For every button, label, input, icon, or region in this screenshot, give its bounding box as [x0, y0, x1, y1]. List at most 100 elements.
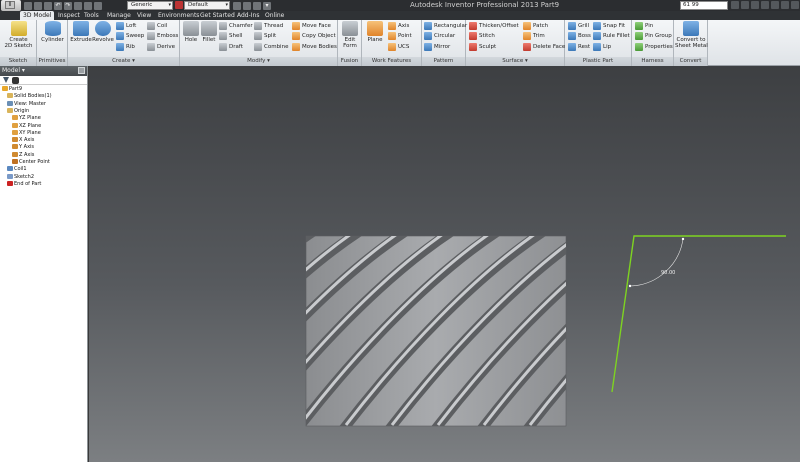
tab-3d-model[interactable]: 3D Model — [20, 11, 55, 20]
pin-group-button[interactable]: Pin Group — [635, 31, 672, 41]
tab-environments[interactable]: Environments — [158, 11, 199, 20]
tree-node[interactable]: Coil1 — [7, 166, 27, 173]
patch-button[interactable]: Patch — [523, 21, 548, 31]
tree-node[interactable]: Origin — [7, 107, 29, 115]
open-file-icon[interactable] — [34, 1, 42, 10]
favorites-icon[interactable] — [761, 1, 769, 9]
draft-button[interactable]: Draft — [219, 42, 243, 52]
thread-button[interactable]: Thread — [254, 21, 283, 31]
delete-face-button[interactable]: Delete Face — [523, 42, 565, 52]
emboss-button[interactable]: Emboss — [147, 31, 178, 41]
panel-title-create[interactable]: Create ▾ — [68, 57, 179, 66]
tree-node[interactable]: Center Point — [12, 159, 50, 166]
sketch-profile[interactable]: 90.00 — [611, 235, 786, 393]
tab-get-started[interactable]: Get Started — [200, 11, 235, 20]
create-2d-sketch-button[interactable]: Create 2D Sketch — [3, 21, 34, 49]
panel-title-modify[interactable]: Modify ▾ — [180, 57, 337, 66]
trim-button[interactable]: Trim — [523, 31, 545, 41]
redo-icon[interactable]: ↷ — [64, 1, 72, 10]
tree-node[interactable]: Solid Bodies(1) — [7, 93, 52, 100]
tab-view[interactable]: View — [137, 11, 151, 20]
stitch-button[interactable]: Stitch — [469, 31, 495, 41]
rule-fillet-button[interactable]: Rule Fillet — [593, 31, 630, 41]
shell-button[interactable]: Shell — [219, 31, 242, 41]
home-icon[interactable] — [74, 1, 82, 10]
coil-button[interactable]: Coil — [147, 21, 167, 31]
copy-object-button[interactable]: Copy Object — [292, 31, 336, 41]
tab-tools[interactable]: Tools — [84, 11, 99, 20]
axis-button[interactable]: Axis — [388, 21, 409, 31]
fillet-button[interactable]: Fillet — [200, 21, 218, 43]
iproperties-icon[interactable] — [243, 1, 251, 10]
combine-button[interactable]: Combine — [254, 42, 288, 52]
coil-part-body[interactable] — [89, 220, 800, 431]
split-button[interactable]: Split — [254, 31, 276, 41]
extrude-button[interactable]: Extrude — [70, 21, 92, 43]
tree-node[interactable]: View: Master — [7, 100, 46, 108]
rest-button[interactable]: Rest — [568, 42, 590, 52]
browser-close-icon[interactable] — [78, 67, 85, 74]
window-minimize-icon[interactable] — [781, 1, 789, 9]
thicken-offset-button[interactable]: Thicken/Offset — [469, 21, 519, 31]
rectangular-pattern-button[interactable]: Rectangular — [424, 21, 467, 31]
customize-icon[interactable]: ▾ — [263, 1, 271, 10]
undo-icon[interactable]: ↶ — [54, 1, 62, 10]
mirror-button[interactable]: Mirror — [424, 42, 450, 52]
ucs-button[interactable]: UCS — [388, 42, 409, 52]
binoculars-icon[interactable] — [731, 1, 739, 9]
sweep-button[interactable]: Sweep — [116, 31, 144, 41]
communication-center-icon[interactable] — [751, 1, 759, 9]
cylinder-button[interactable]: Cylinder — [39, 21, 66, 43]
update-icon[interactable] — [84, 1, 92, 10]
filter-icon[interactable] — [3, 77, 9, 83]
chamfer-button[interactable]: Chamfer — [219, 21, 253, 31]
tab-online[interactable]: Online — [265, 11, 284, 20]
grill-button[interactable]: Grill — [568, 21, 589, 31]
window-maximize-icon[interactable] — [791, 1, 799, 9]
save-icon[interactable] — [44, 1, 52, 10]
tree-node[interactable]: Sketch2 — [7, 173, 34, 181]
move-face-button[interactable]: Move Face — [292, 21, 331, 31]
tree-node[interactable]: Z Axis — [12, 151, 34, 159]
appearance-dropdown[interactable]: Default ▾ — [184, 1, 230, 10]
graphics-viewport[interactable]: 90.00 — [89, 66, 800, 462]
lip-button[interactable]: Lip — [593, 42, 611, 52]
tree-node[interactable]: End of Part — [7, 180, 41, 188]
properties-button[interactable]: Properties — [635, 42, 673, 52]
tree-node[interactable]: XY Plane — [12, 129, 41, 137]
rib-button[interactable]: Rib — [116, 42, 135, 52]
angle-dimension-label[interactable]: 90.00 — [661, 270, 675, 276]
select-icon[interactable] — [94, 1, 102, 10]
tree-node[interactable]: XZ Plane — [12, 122, 41, 130]
new-file-icon[interactable] — [24, 1, 32, 10]
boss-button[interactable]: Boss — [568, 31, 591, 41]
application-menu-button[interactable]: I — [1, 0, 21, 11]
point-button[interactable]: Point — [388, 31, 412, 41]
snap-fit-button[interactable]: Snap Fit — [593, 21, 625, 31]
subscription-icon[interactable] — [741, 1, 749, 9]
revolve-button[interactable]: Revolve — [92, 21, 114, 43]
tab-inspect[interactable]: Inspect — [58, 11, 80, 20]
measure-icon[interactable] — [253, 1, 261, 10]
tree-node[interactable]: Part9 — [2, 86, 22, 93]
derive-button[interactable]: Derive — [147, 42, 175, 52]
tree-node[interactable]: X Axis — [12, 137, 34, 144]
circular-pattern-button[interactable]: Circular — [424, 31, 455, 41]
panel-title-surface[interactable]: Surface ▾ — [466, 57, 564, 66]
help-icon[interactable] — [771, 1, 779, 9]
loft-button[interactable]: Loft — [116, 21, 136, 31]
hole-button[interactable]: Hole — [182, 21, 200, 43]
search-input[interactable]: 61 99 — [680, 1, 728, 10]
browser-header[interactable]: Model ▾ — [0, 66, 87, 76]
tab-add-ins[interactable]: Add-Ins — [237, 11, 259, 20]
clear-appearance-icon[interactable] — [233, 1, 241, 10]
move-bodies-button[interactable]: Move Bodies — [292, 42, 337, 52]
pin-button[interactable]: Pin — [635, 21, 653, 31]
plane-button[interactable]: Plane — [364, 21, 386, 43]
find-binoculars-icon[interactable] — [12, 77, 19, 84]
tree-node[interactable]: Y Axis — [12, 144, 34, 151]
tab-manage[interactable]: Manage — [107, 11, 131, 20]
sculpt-button[interactable]: Sculpt — [469, 42, 496, 52]
material-dropdown[interactable]: Generic ▾ — [127, 1, 173, 10]
convert-to-sheet-metal-button[interactable]: Convert to Sheet Metal — [675, 21, 708, 49]
